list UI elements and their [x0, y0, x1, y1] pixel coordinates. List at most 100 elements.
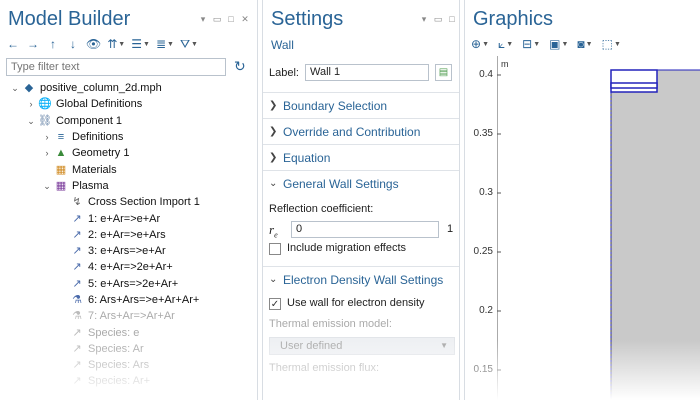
zoom-icon[interactable]: ⊕ ▼ — [471, 36, 489, 52]
settings-subtitle: Wall — [271, 38, 294, 52]
section-electron-density-wall[interactable]: ⌄ Electron Density Wall Settings — [263, 266, 459, 292]
model-builder-panel: Model Builder ▾ ▭ □ ✕ ← → ↑ ↓ 👁 ⇈ ▼ ☰ ▼ ≣ ▼… — [0, 0, 258, 400]
graphics-canvas[interactable]: m — [496, 56, 700, 400]
tree-node[interactable]: ↗ Species: Ars — [0, 357, 257, 373]
use-wall-checkbox[interactable]: ✓ — [269, 298, 281, 310]
section-equation[interactable]: ❯ Equation — [263, 144, 459, 170]
chevron-down-icon: ⌄ — [269, 274, 278, 285]
tree-node[interactable]: ↗ 3: e+Ars=>e+Ar — [0, 243, 257, 259]
chevron-right-icon[interactable]: › — [40, 145, 54, 161]
reaction-flask-icon: ⚗ — [72, 294, 82, 306]
label-field[interactable]: Wall 1 — [304, 64, 429, 81]
selection-mode-icon[interactable]: ⊟ ▼ — [522, 36, 540, 52]
model-tree: ⌄ ◆ positive_column_2d.mph › 🌐 Global Definit… — [0, 80, 257, 390]
tree-node[interactable]: ▦ Materials — [0, 161, 257, 177]
thermal-model-caption: Thermal emission model: — [269, 318, 392, 330]
panel-controls: ▾ ▭ □ ✕ — [198, 14, 250, 24]
tree-node[interactable]: ⌄ ◆ positive_column_2d.mph — [0, 80, 257, 96]
section-general-wall-settings[interactable]: ⌄ General Wall Settings — [263, 170, 459, 196]
minimize-icon[interactable]: ▭ — [212, 14, 222, 24]
tree-node-label: positive_column_2d.mph — [40, 82, 162, 95]
migration-checkbox[interactable] — [269, 243, 281, 255]
reaction-icon: ↗ — [72, 212, 82, 225]
tree-node-label: Species: Ar+ — [88, 375, 151, 388]
settings-title: Settings — [271, 8, 344, 30]
globe-icon: 🌐 — [38, 98, 52, 111]
definitions-icon: ≡ — [57, 131, 65, 144]
maximize-icon[interactable]: □ — [447, 14, 457, 24]
settings-panel: Settings ▾ ▭ □ Wall Label: Wall 1 ▤ ❯ Bo… — [262, 0, 460, 400]
tree-node-label: 3: e+Ars=>e+Ar — [88, 245, 166, 258]
filter-input[interactable] — [6, 58, 226, 76]
use-wall-label: Use wall for electron density — [287, 297, 425, 309]
tree-node[interactable]: ↗ Species: e — [0, 324, 257, 340]
refresh-icon[interactable]: ↻ — [234, 58, 246, 75]
edit-label-icon[interactable]: ▤ — [435, 64, 452, 81]
tree-node[interactable]: ↗ 4: e+Ar=>2e+Ar+ — [0, 259, 257, 275]
plasma-icon: ▦ — [55, 179, 67, 192]
minimize-icon[interactable]: ▭ — [433, 14, 443, 24]
tree-node[interactable]: ↯ Cross Section Import 1 — [0, 194, 257, 210]
tree-node[interactable]: › 🌐 Global Definitions — [0, 96, 257, 112]
build-icon[interactable]: ⛛ ▼ — [180, 36, 198, 52]
tree-node-label: 6: Ars+Ars=>e+Ar+Ar+ — [88, 294, 200, 306]
expand-tree-icon[interactable]: ⇈ ▼ — [107, 36, 125, 52]
tree-node-label: 5: e+Ars=>2e+Ar+ — [88, 277, 179, 290]
panel-controls: ▾ ▭ □ — [419, 14, 457, 24]
camera-icon[interactable]: ◙ ▼ — [577, 36, 592, 52]
label-caption: Label: — [269, 66, 299, 79]
tree-node[interactable]: ⚗ 7: Ars+Ar=>Ar+Ar — [0, 308, 257, 324]
reaction-icon: ↗ — [72, 277, 82, 290]
tree-node[interactable]: ⚗ 6: Ars+Ars=>e+Ar+Ar+ — [0, 292, 257, 308]
panel-menu-icon[interactable]: ▾ — [419, 14, 429, 24]
close-icon[interactable]: ✕ — [240, 14, 250, 24]
thermal-flux-caption: Thermal emission flux: — [269, 362, 380, 374]
tree-node[interactable]: ↗ Species: Ar+ — [0, 373, 257, 389]
reflection-caption: Reflection coefficient: — [269, 203, 374, 215]
chevron-right-icon[interactable]: › — [40, 129, 54, 145]
down-arrow-icon[interactable]: ↓ — [66, 36, 80, 52]
chevron-down-icon[interactable]: ⌄ — [24, 113, 38, 129]
tree-node[interactable]: ⌄ ⛓ Component 1 — [0, 113, 257, 129]
tree-node[interactable]: ↗ 5: e+Ars=>2e+Ar+ — [0, 276, 257, 292]
chevron-right-icon: ❯ — [269, 126, 278, 137]
species-icon: ↗ — [72, 359, 82, 372]
back-arrow-icon[interactable]: ← — [6, 36, 20, 52]
tree-node[interactable]: ⌄ ▦ Plasma — [0, 178, 257, 194]
up-arrow-icon[interactable]: ↑ — [46, 36, 60, 52]
y-tick: 0.25 — [473, 246, 493, 257]
tree-node[interactable]: › ▲ Geometry 1 — [0, 145, 257, 161]
list-view-icon[interactable]: ≣ ▼ — [156, 36, 174, 52]
reflection-unit: 1 — [447, 223, 454, 235]
tree-node[interactable]: ↗ 1: e+Ar=>e+Ar — [0, 210, 257, 226]
section-label: Equation — [283, 150, 331, 165]
geometry-icon: ▲ — [55, 147, 67, 160]
tree-node-label: Cross Section Import 1 — [88, 196, 200, 209]
axis-icon[interactable]: ⟀ ▼ — [498, 36, 513, 52]
tree-node[interactable]: › ≡ Definitions — [0, 129, 257, 145]
forward-arrow-icon[interactable]: → — [26, 36, 40, 52]
section-label: General Wall Settings — [283, 176, 399, 191]
section-override-contribution[interactable]: ❯ Override and Contribution — [263, 118, 459, 144]
panel-menu-icon[interactable]: ▾ — [198, 14, 208, 24]
maximize-icon[interactable]: □ — [226, 14, 236, 24]
tree-node-label: 1: e+Ar=>e+Ar — [88, 212, 161, 225]
tree-node[interactable]: ↗ 2: e+Ar=>e+Ars — [0, 227, 257, 243]
chevron-down-icon[interactable]: ⌄ — [40, 178, 54, 194]
section-boundary-selection[interactable]: ❯ Boundary Selection — [263, 92, 459, 118]
show-icon[interactable]: 👁 — [86, 36, 101, 52]
fit-view-icon[interactable]: ⬚ ▼ — [602, 36, 621, 52]
materials-icon: ▦ — [55, 163, 67, 176]
model-builder-toolbar: ← → ↑ ↓ 👁 ⇈ ▼ ☰ ▼ ≣ ▼ ⛛ ▼ — [6, 36, 198, 52]
model-builder-title: Model Builder — [8, 8, 131, 30]
chevron-down-icon[interactable]: ⌄ — [8, 80, 22, 96]
tree-node-label: Definitions — [72, 131, 124, 144]
reflection-coefficient-input[interactable]: 0 — [291, 221, 439, 238]
tree-node[interactable]: ↗ Species: Ar — [0, 341, 257, 357]
screenshot-icon[interactable]: ▣ ▼ — [549, 36, 568, 52]
sort-icon[interactable]: ☰ ▼ — [131, 36, 150, 52]
reflection-symbol: re — [269, 222, 278, 240]
section-label: Override and Contribution — [283, 124, 421, 139]
chevron-right-icon[interactable]: › — [24, 96, 38, 112]
thermal-model-select[interactable]: User defined ▼ — [269, 337, 455, 355]
